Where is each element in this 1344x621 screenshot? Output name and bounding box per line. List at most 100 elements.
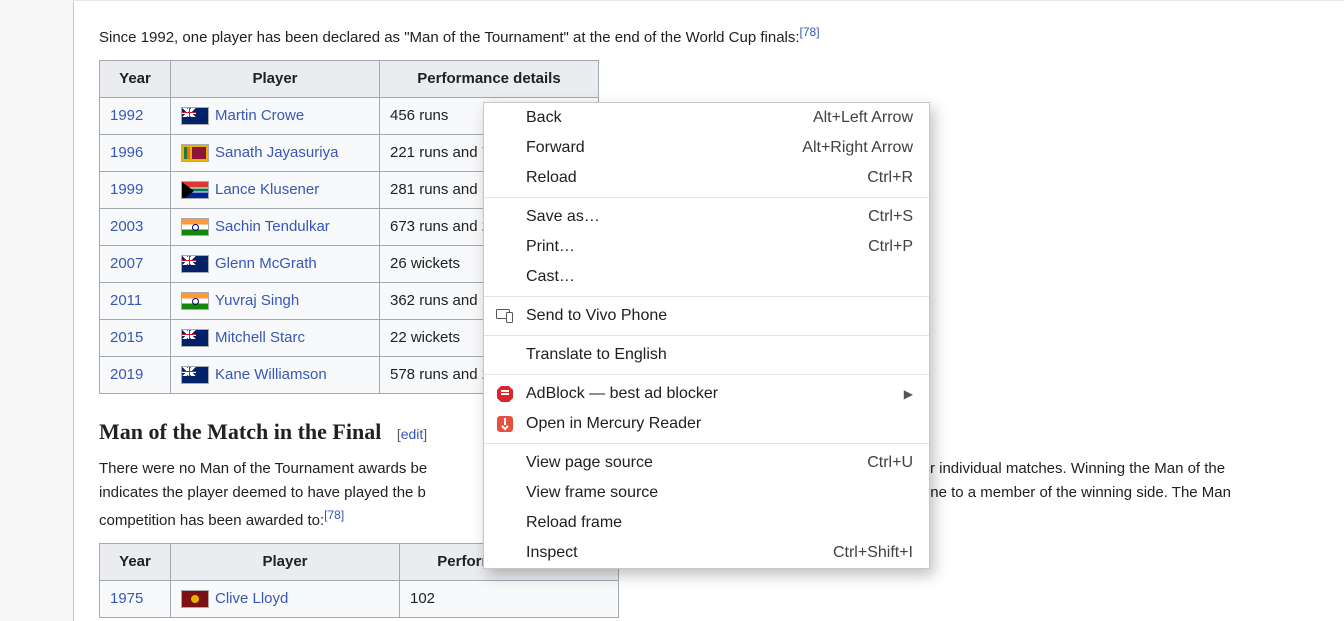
- year-cell[interactable]: 2007: [100, 246, 171, 283]
- year-cell[interactable]: 1996: [100, 135, 171, 172]
- context-menu-item[interactable]: Forward Alt+Right Arrow: [484, 133, 929, 163]
- para-b-before: indicates the player deemed to have play…: [99, 484, 426, 501]
- intro-paragraph: Since 1992, one player has been declared…: [99, 22, 1344, 50]
- devices-icon: [496, 307, 514, 325]
- player-link[interactable]: Clive Lloyd: [215, 590, 288, 607]
- context-menu-item[interactable]: Cast…: [484, 262, 929, 292]
- context-menu-label: Inspect: [526, 543, 813, 563]
- context-menu-label: Save as…: [526, 207, 848, 227]
- context-menu-label: Forward: [526, 138, 782, 158]
- player-cell: Sachin Tendulkar: [171, 209, 380, 246]
- context-menu-separator: [484, 197, 929, 198]
- col-year: Year: [100, 61, 171, 98]
- para-c: competition has been awarded to:: [99, 512, 324, 529]
- year-cell[interactable]: 1992: [100, 98, 171, 135]
- context-menu-item[interactable]: AdBlock — best ad blocker▶: [484, 379, 929, 409]
- intro-ref-link[interactable]: [78]: [800, 25, 820, 39]
- player-cell: Lance Klusener: [171, 172, 380, 209]
- za-flag-icon: [181, 181, 209, 199]
- context-menu-label: View frame source: [526, 483, 913, 503]
- year-cell[interactable]: 1975: [100, 581, 171, 618]
- player-link[interactable]: Sachin Tendulkar: [215, 218, 330, 235]
- in-flag-icon: [181, 218, 209, 236]
- player-cell: Martin Crowe: [171, 98, 380, 135]
- col2-player: Player: [171, 544, 400, 581]
- player-cell: Kane Williamson: [171, 357, 380, 394]
- context-menu-label: Translate to English: [526, 345, 913, 365]
- col2-year: Year: [100, 544, 171, 581]
- context-menu-item[interactable]: Send to Vivo Phone: [484, 301, 929, 331]
- lk-flag-icon: [181, 144, 209, 162]
- player-cell: Sanath Jayasuriya: [171, 135, 380, 172]
- sidebar-border: [73, 2, 74, 621]
- performance-cell: 102: [400, 581, 619, 618]
- para-a-before: There were no Man of the Tournament awar…: [99, 460, 427, 477]
- mercury-icon: [496, 415, 514, 433]
- context-menu-label: Print…: [526, 237, 848, 257]
- context-menu-shortcut: Ctrl+P: [868, 237, 913, 257]
- nz-flag-icon: [181, 366, 209, 384]
- year-cell[interactable]: 2011: [100, 283, 171, 320]
- context-menu-item[interactable]: Back Alt+Left Arrow: [484, 103, 929, 133]
- context-menu-label: Reload: [526, 168, 847, 188]
- sidebar-gutter: [0, 0, 74, 621]
- player-link[interactable]: Glenn McGrath: [215, 255, 317, 272]
- year-cell[interactable]: 1999: [100, 172, 171, 209]
- context-menu-label: Reload frame: [526, 513, 913, 533]
- col-perf: Performance details: [380, 61, 599, 98]
- player-cell: Glenn McGrath: [171, 246, 380, 283]
- context-menu-separator: [484, 374, 929, 375]
- nz-flag-icon: [181, 107, 209, 125]
- bracket-close: ]: [423, 426, 427, 442]
- au-flag-icon: [181, 329, 209, 347]
- section-edit-link[interactable]: edit: [401, 426, 424, 442]
- browser-context-menu: Back Alt+Left Arrow Forward Alt+Right Arrow…: [483, 102, 930, 569]
- year-cell[interactable]: 2019: [100, 357, 171, 394]
- context-menu-label: Back: [526, 108, 793, 128]
- player-link[interactable]: Kane Williamson: [215, 366, 327, 383]
- context-menu-separator: [484, 443, 929, 444]
- player-cell: Yuvraj Singh: [171, 283, 380, 320]
- player-link[interactable]: Sanath Jayasuriya: [215, 144, 338, 161]
- year-cell[interactable]: 2003: [100, 209, 171, 246]
- context-menu-shortcut: Ctrl+S: [868, 207, 913, 227]
- context-menu-item[interactable]: View page source Ctrl+U: [484, 448, 929, 478]
- context-menu-item[interactable]: Reload frame: [484, 508, 929, 538]
- player-link[interactable]: Mitchell Starc: [215, 329, 305, 346]
- section-heading-text: Man of the Match in the Final: [99, 419, 381, 444]
- context-menu-item[interactable]: Translate to English: [484, 340, 929, 370]
- context-menu-shortcut: Alt+Right Arrow: [802, 138, 913, 158]
- intro-text: Since 1992, one player has been declared…: [99, 29, 800, 46]
- context-menu-shortcut: Ctrl+U: [867, 453, 913, 473]
- context-menu-separator: [484, 335, 929, 336]
- context-menu-item[interactable]: Reload Ctrl+R: [484, 163, 929, 193]
- context-menu-shortcut: Ctrl+Shift+I: [833, 543, 913, 563]
- wi-flag-icon: [181, 590, 209, 608]
- table-row: 1975 Clive Lloyd 102: [100, 581, 619, 618]
- adblock-icon: [496, 385, 514, 403]
- context-menu-label: Send to Vivo Phone: [526, 306, 913, 326]
- context-menu-item[interactable]: View frame source: [484, 478, 929, 508]
- player-link[interactable]: Yuvraj Singh: [215, 292, 299, 309]
- au-flag-icon: [181, 255, 209, 273]
- context-menu-item[interactable]: Print… Ctrl+P: [484, 232, 929, 262]
- context-menu-label: Open in Mercury Reader: [526, 414, 913, 434]
- in-flag-icon: [181, 292, 209, 310]
- context-menu-label: View page source: [526, 453, 847, 473]
- context-menu-separator: [484, 296, 929, 297]
- context-menu-shortcut: Ctrl+R: [867, 168, 913, 188]
- section-edit-wrapper: [edit]: [397, 426, 427, 442]
- context-menu-item[interactable]: Save as… Ctrl+S: [484, 202, 929, 232]
- para-c-ref-link[interactable]: [78]: [324, 508, 344, 522]
- player-link[interactable]: Lance Klusener: [215, 181, 319, 198]
- context-menu-item[interactable]: Inspect Ctrl+Shift+I: [484, 538, 929, 568]
- player-cell: Clive Lloyd: [171, 581, 400, 618]
- context-menu-label: AdBlock — best ad blocker: [526, 384, 904, 404]
- context-menu-shortcut: Alt+Left Arrow: [813, 108, 913, 128]
- submenu-arrow-icon: ▶: [904, 384, 913, 404]
- player-link[interactable]: Martin Crowe: [215, 107, 304, 124]
- context-menu-item[interactable]: Open in Mercury Reader: [484, 409, 929, 439]
- year-cell[interactable]: 2015: [100, 320, 171, 357]
- context-menu-label: Cast…: [526, 267, 913, 287]
- player-cell: Mitchell Starc: [171, 320, 380, 357]
